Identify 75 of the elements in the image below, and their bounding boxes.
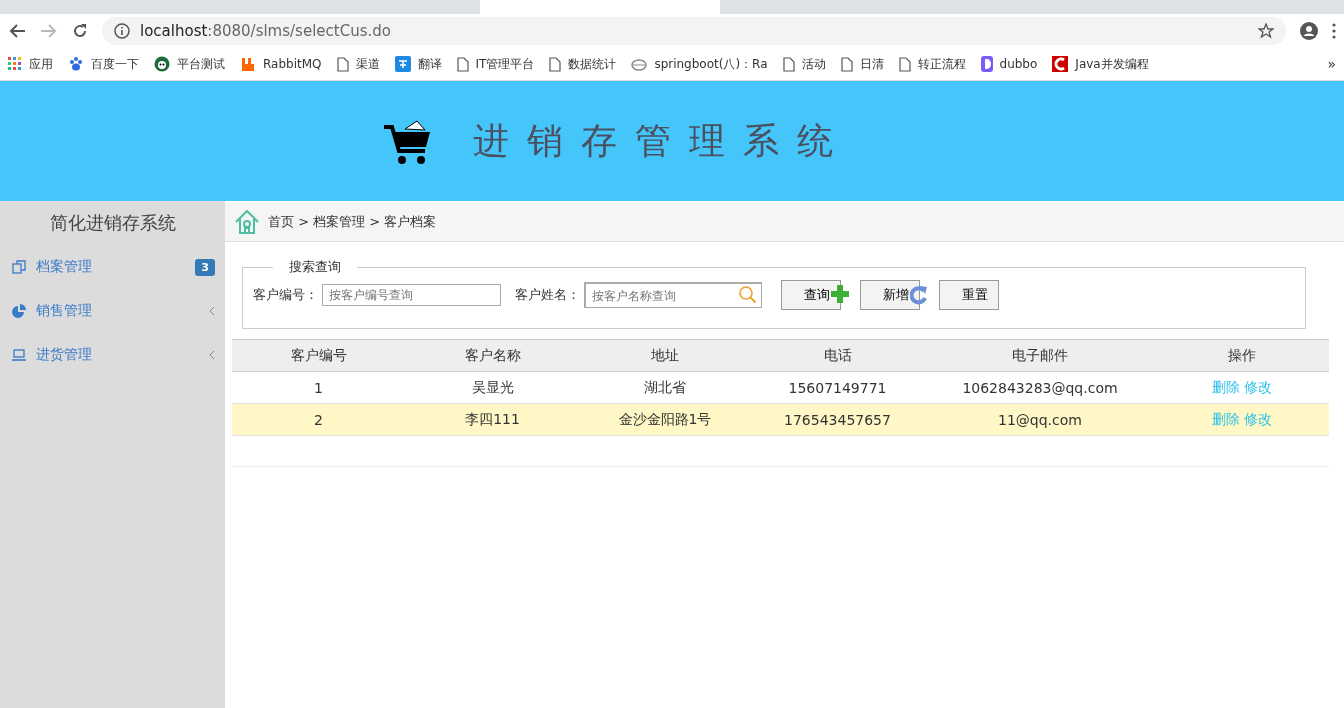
bookmark[interactable]: springboot(八)：Ra — [631, 55, 768, 73]
url-text: localhost:8080/slms/selectCus.do — [140, 22, 391, 40]
copy-icon — [12, 260, 26, 274]
table-cell-text: 湖北省 — [643, 378, 687, 397]
bookmark[interactable]: 数据统计 — [549, 55, 617, 73]
table-cell-text: 176543457657 — [783, 411, 892, 428]
customer-id-field[interactable]: 按客户编号查询 — [322, 284, 501, 306]
system-title: 进销存管理系统 — [473, 118, 851, 163]
table-cell-text: 2 — [313, 411, 324, 428]
star-icon[interactable] — [1258, 23, 1274, 39]
csdn-icon — [1052, 56, 1069, 72]
field-label: 客户姓名： — [515, 286, 580, 304]
count-badge: 3 — [195, 258, 215, 276]
page-icon — [782, 56, 795, 72]
chevron-icon — [209, 306, 215, 316]
table-cell-text: 1 — [313, 379, 324, 396]
dubbo-icon — [980, 56, 993, 72]
translate-icon — [394, 56, 411, 72]
cloud-icon — [631, 57, 648, 71]
reset-button[interactable]: 重置 — [939, 280, 999, 310]
column-header: 地址 — [650, 346, 680, 365]
refresh-icon — [910, 285, 928, 305]
page-icon — [549, 56, 562, 72]
laptop-icon — [12, 349, 26, 361]
column-header: 客户编号 — [289, 346, 348, 365]
address-bar[interactable]: localhost:8080/slms/selectCus.do — [102, 17, 1286, 45]
bookmark[interactable]: 日清 — [840, 55, 884, 73]
bookmark[interactable]: RabbitMQ — [240, 56, 322, 72]
chevron-icon — [209, 350, 215, 360]
bookmark[interactable]: 转正流程 — [898, 55, 966, 73]
rabbit-icon — [240, 56, 256, 72]
bookmark[interactable]: IT管理平台 — [456, 55, 535, 73]
search-legend: 搜索查询 — [273, 258, 357, 276]
page-icon — [336, 56, 349, 72]
reload-icon[interactable] — [72, 23, 88, 39]
search-icon — [738, 285, 758, 305]
table-cell-text: 11@qq.com — [997, 411, 1083, 428]
account-icon[interactable] — [1300, 22, 1318, 40]
page-icon — [456, 56, 469, 72]
table-cell-text: 15607149771 — [787, 379, 888, 396]
bookmark[interactable]: 活动 — [782, 55, 826, 73]
column-header: 操作 — [1226, 346, 1257, 365]
query-button[interactable]: 查询 — [781, 280, 841, 310]
bookmark[interactable]: 渠道 — [336, 55, 380, 73]
paw-icon — [68, 56, 84, 72]
page-icon — [898, 56, 911, 72]
sidebar-title: 简化进销存系统 — [48, 211, 177, 235]
table-cell-text: 吴显光 — [470, 378, 515, 397]
info-icon — [114, 23, 130, 39]
field-label: 客户编号： — [253, 286, 318, 304]
bookmark[interactable]: 翻译 — [394, 55, 442, 73]
sidebar-item[interactable]: 档案管理 3 — [0, 245, 225, 289]
pie-chart-icon — [12, 304, 26, 318]
table-cell-text: 1062843283@qq.com — [961, 379, 1119, 396]
bookmark[interactable]: 百度一下 — [68, 55, 139, 73]
menu-icon[interactable] — [1332, 23, 1336, 39]
apps-grid-icon — [8, 57, 22, 71]
customer-name-field[interactable]: 按客户名称查询 — [584, 282, 762, 308]
table-cell-text: 金沙金阳路1号 — [617, 410, 713, 429]
back-icon[interactable] — [8, 23, 26, 39]
column-header: 电子邮件 — [1011, 346, 1069, 365]
breadcrumb: 首页 > 档案管理 > 客户档案 — [268, 213, 437, 231]
more-bookmarks[interactable]: » — [1327, 56, 1336, 72]
plus-icon — [831, 285, 849, 303]
column-header: 电话 — [822, 346, 853, 365]
bookmark[interactable]: 平台测试 — [154, 55, 225, 73]
page-icon — [840, 56, 853, 72]
table-cell-text: 李四111 — [464, 410, 521, 429]
column-header: 客户名称 — [463, 346, 522, 365]
add-button[interactable]: 新增 — [860, 280, 920, 310]
home-icon — [234, 209, 260, 235]
bookmark[interactable]: 应用 — [8, 55, 53, 73]
bookmark[interactable]: dubbo — [980, 56, 1038, 72]
panda-icon — [154, 56, 170, 72]
bookmark[interactable]: Java并发编程 — [1052, 55, 1149, 73]
